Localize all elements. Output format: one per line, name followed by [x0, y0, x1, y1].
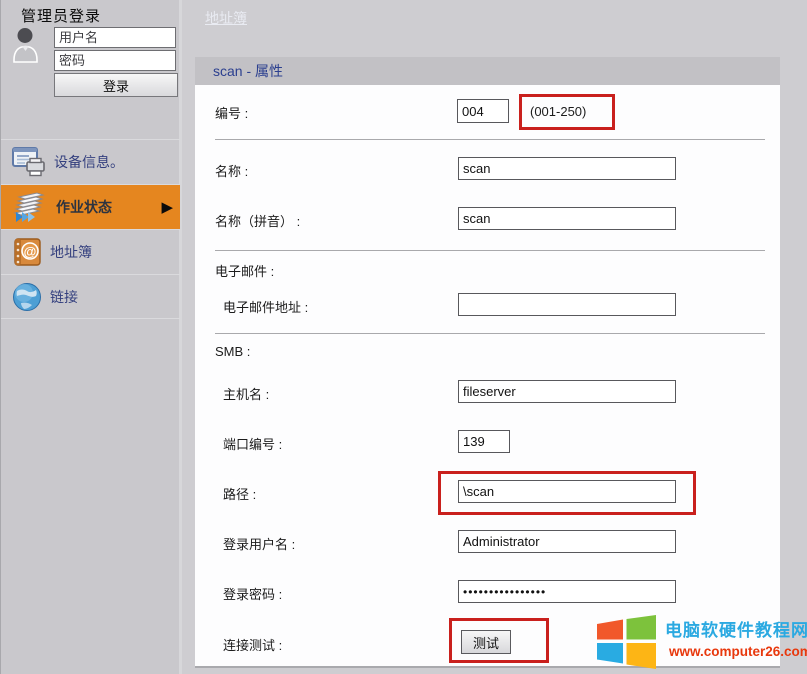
- admin-web-ui: 管理员登录 登录 设备信息。: [0, 0, 807, 674]
- login-button[interactable]: 登录: [54, 73, 178, 97]
- port-number-input[interactable]: [458, 430, 510, 453]
- properties-form-panel: 编号 : (001-250) 名称 : 名称（拼音） : 电子邮件 : 电子邮件…: [195, 85, 780, 668]
- number-range-hint: (001-250): [522, 97, 612, 127]
- username-input[interactable]: [54, 27, 176, 48]
- login-password-label: 登录密码 :: [223, 584, 282, 603]
- address-book-icon: @: [11, 236, 43, 268]
- name-pinyin-input[interactable]: [458, 207, 676, 230]
- name-input[interactable]: [458, 157, 676, 180]
- email-address-label: 电子邮件地址 :: [223, 297, 308, 316]
- sidebar: 管理员登录 登录 设备信息。: [0, 0, 182, 674]
- host-name-label: 主机名 :: [223, 384, 269, 403]
- login-username-input[interactable]: [458, 530, 676, 553]
- menu-label-address-book: 地址簿: [50, 242, 92, 262]
- windows-flag-logo-icon: [597, 615, 657, 670]
- sidebar-item-device-info[interactable]: 设备信息。: [1, 139, 180, 184]
- path-label: 路径 :: [223, 484, 256, 503]
- name-label: 名称 :: [215, 161, 248, 180]
- number-range-highlight-box: (001-250): [519, 94, 615, 130]
- divider: [215, 250, 765, 251]
- menu-label-device-info: 设备信息。: [54, 152, 124, 172]
- user-avatar-icon: [12, 26, 39, 63]
- number-input[interactable]: [457, 99, 509, 123]
- email-group-label: 电子邮件 :: [215, 261, 274, 280]
- host-name-input[interactable]: [458, 380, 676, 403]
- watermark-site-url: www.computer26.com: [669, 644, 807, 659]
- number-label: 编号 :: [215, 103, 248, 122]
- sidebar-item-address-book[interactable]: @ 地址簿: [1, 229, 180, 274]
- job-status-icon: [11, 191, 49, 223]
- watermark-site-name: 电脑软硬件教程网: [665, 621, 807, 641]
- panel-title: scan - 属性: [195, 57, 780, 85]
- panel-title-bar: scan - 属性: [195, 57, 780, 85]
- menu-label-job-status: 作业状态: [56, 197, 112, 217]
- site-watermark: 电脑软硬件教程网 www.computer26.com: [597, 615, 807, 670]
- admin-login-title: 管理员登录: [21, 5, 101, 26]
- menu-label-links: 链接: [50, 287, 78, 307]
- login-username-label: 登录用户名 :: [223, 534, 295, 553]
- login-password-input[interactable]: [458, 580, 676, 603]
- divider: [215, 333, 765, 334]
- active-item-arrow-icon: ▶: [161, 198, 173, 216]
- connection-test-label: 连接测试 :: [223, 635, 282, 654]
- sidebar-item-links[interactable]: 链接: [1, 274, 180, 319]
- breadcrumb-address-book-link[interactable]: 地址簿: [205, 8, 247, 28]
- watermark-text: 电脑软硬件教程网 www.computer26.com: [665, 615, 807, 659]
- links-globe-icon: [11, 281, 43, 313]
- svg-text:@: @: [24, 244, 37, 259]
- connection-test-button[interactable]: 测试: [461, 630, 511, 654]
- sidebar-menu: 设备信息。 作业状态 ▶: [1, 139, 180, 319]
- name-pinyin-label: 名称（拼音） :: [215, 211, 300, 230]
- path-input[interactable]: [458, 480, 676, 503]
- divider: [215, 139, 765, 140]
- sidebar-item-job-status[interactable]: 作业状态 ▶: [1, 184, 180, 229]
- password-input[interactable]: [54, 50, 176, 71]
- email-address-input[interactable]: [458, 293, 676, 316]
- port-number-label: 端口编号 :: [223, 434, 282, 453]
- device-info-icon: [11, 146, 47, 178]
- smb-group-label: SMB :: [215, 344, 250, 359]
